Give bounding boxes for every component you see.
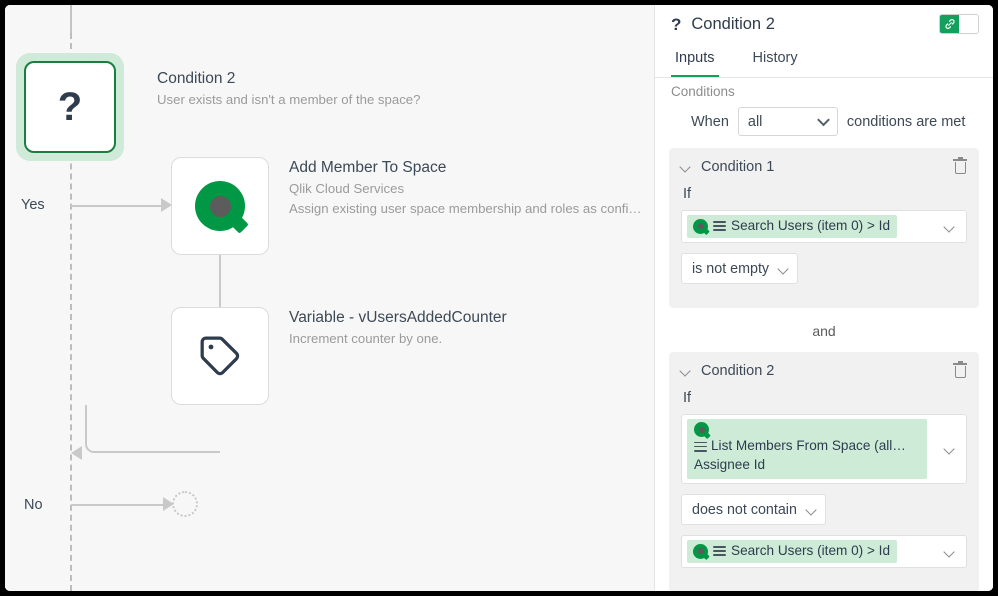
node-add-member-to-space[interactable]: [171, 157, 269, 255]
trash-icon[interactable]: [953, 159, 967, 175]
tab-history[interactable]: History: [749, 40, 802, 78]
condition-operator-value: does not contain: [692, 502, 797, 518]
node-variable-counter[interactable]: [171, 307, 269, 405]
when-row: When all conditions are met: [669, 103, 979, 148]
token-area: Search Users (item 0) > Id: [682, 536, 932, 567]
condition-node-title: Condition 2: [157, 68, 655, 90]
question-mark-icon: ?: [671, 16, 681, 33]
condition-card-header: Condition 2: [681, 362, 967, 388]
node-connector: Qlik Cloud Services: [289, 179, 655, 198]
connector-no: [71, 504, 163, 506]
node-add-member-labels: Add Member To Space Qlik Cloud Services …: [289, 157, 655, 218]
conditions-section-label: Conditions: [669, 78, 979, 103]
tag-icon: [197, 333, 243, 379]
token-label-line2: Assignee Id: [694, 457, 765, 472]
chevron-down-icon[interactable]: [932, 536, 966, 567]
chevron-down-icon: [807, 502, 815, 518]
token-label: List Members From Space (all…: [711, 437, 906, 455]
condition-left-operand-field[interactable]: List Members From Space (all… Assignee I…: [681, 414, 967, 484]
list-icon: [694, 442, 707, 452]
toggle-knob: [959, 15, 978, 33]
value-token[interactable]: Search Users (item 0) > Id: [687, 215, 897, 238]
condition-card: Condition 1 If: [669, 148, 979, 308]
token-label: Search Users (item 0) > Id: [731, 217, 890, 235]
condition-card-header: Condition 1: [681, 158, 967, 184]
condition-operator-value: is not empty: [692, 261, 769, 277]
link-icon: [940, 15, 959, 33]
if-label: If: [681, 184, 967, 210]
link-toggle[interactable]: [939, 14, 979, 34]
when-suffix-label: conditions are met: [847, 114, 965, 130]
connector-node1-node2: [219, 255, 221, 307]
condition-name: Condition 1: [701, 159, 774, 175]
token-label: Search Users (item 0) > Id: [731, 542, 890, 560]
value-token[interactable]: Search Users (item 0) > Id: [687, 540, 897, 563]
node-title: Variable - vUsersAddedCounter: [289, 307, 655, 329]
tab-inputs[interactable]: Inputs: [671, 40, 719, 78]
panel-tabs: Inputs History: [655, 40, 993, 78]
question-mark-icon: ?: [24, 61, 116, 153]
branch-label-no: No: [24, 497, 43, 513]
condition-card: Condition 2 If: [669, 352, 979, 591]
list-icon: [713, 221, 726, 231]
panel-title: Condition 2: [691, 15, 774, 34]
when-match-select[interactable]: all: [738, 107, 838, 136]
chevron-down-icon[interactable]: [681, 158, 689, 176]
inspector-panel: ? Condition 2 Inputs History Cond: [655, 5, 993, 591]
qlik-logo-icon: [693, 219, 708, 234]
node-description: Assign existing user space membership an…: [289, 199, 655, 218]
chevron-down-icon: [819, 112, 828, 128]
list-icon: [713, 546, 726, 556]
if-label: If: [681, 388, 967, 414]
condition-left-operand-field[interactable]: Search Users (item 0) > Id: [681, 210, 967, 243]
app-window: ? Condition 2 User exists and isn't a me…: [0, 0, 998, 596]
condition-operator-select[interactable]: does not contain: [681, 494, 826, 525]
connector-yes: [71, 205, 161, 207]
when-match-value: all: [748, 114, 763, 130]
flow-canvas[interactable]: ? Condition 2 User exists and isn't a me…: [5, 5, 655, 591]
node-title: Add Member To Space: [289, 157, 655, 179]
node-variable-labels: Variable - vUsersAddedCounter Increment …: [289, 307, 655, 349]
flow-spine-top: [70, 5, 72, 33]
branch-label-yes: Yes: [21, 197, 45, 213]
connector-return-elbow: [85, 405, 220, 453]
panel-body: Conditions When all conditions are met C…: [655, 78, 993, 591]
chevron-down-icon[interactable]: [932, 211, 966, 242]
panel-header: ? Condition 2: [655, 5, 993, 40]
condition-right-operand-field[interactable]: Search Users (item 0) > Id: [681, 535, 967, 568]
chevron-down-icon: [779, 261, 787, 277]
trash-icon[interactable]: [953, 363, 967, 379]
when-prefix-label: When: [691, 114, 729, 130]
node-description: Increment counter by one.: [289, 329, 655, 348]
dashed-circle-endpoint[interactable]: [172, 491, 198, 517]
connector-return-arrow: [71, 446, 82, 460]
condition-name: Condition 2: [701, 363, 774, 379]
token-area: Search Users (item 0) > Id: [682, 211, 932, 242]
qlik-logo-icon: [195, 181, 245, 231]
chevron-down-icon[interactable]: [932, 415, 966, 483]
qlik-logo-icon: [693, 544, 708, 559]
value-token[interactable]: List Members From Space (all… Assignee I…: [687, 419, 927, 479]
condition-join-operator: and: [669, 308, 979, 352]
condition-node-labels: Condition 2 User exists and isn't a memb…: [157, 68, 655, 110]
condition-node-subtitle: User exists and isn't a member of the sp…: [157, 90, 655, 109]
qlik-logo-icon: [694, 422, 709, 437]
condition-operator-select[interactable]: is not empty: [681, 253, 798, 284]
condition-node[interactable]: ?: [16, 53, 124, 161]
chevron-down-icon[interactable]: [681, 362, 689, 380]
token-area: List Members From Space (all… Assignee I…: [682, 415, 932, 483]
